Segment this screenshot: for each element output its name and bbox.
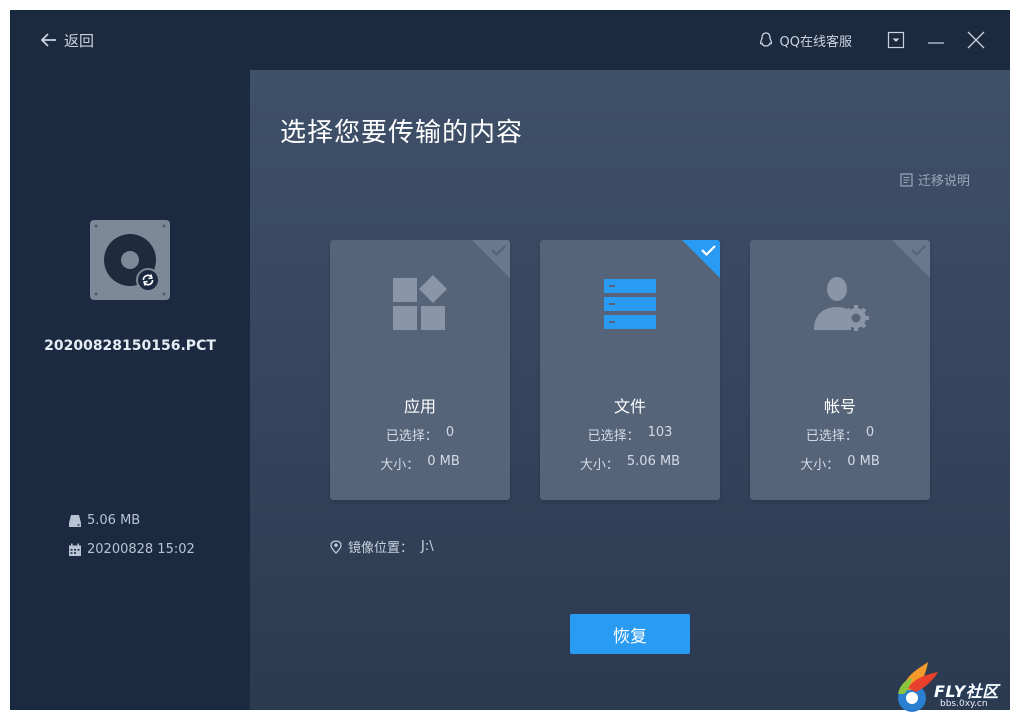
apps-size-row: 大小： 0 MB [330, 454, 510, 473]
selected-label: 已选择： [587, 429, 640, 444]
apps-card[interactable]: 应用 已选择： 0 大小： 0 MB [330, 240, 510, 500]
checked-corner-icon [682, 240, 720, 278]
qq-support-button[interactable]: QQ在线客服 [757, 31, 852, 50]
document-icon [900, 172, 913, 187]
selected-label: 已选择： [805, 429, 858, 444]
page-title: 选择您要传输的内容 [280, 118, 524, 148]
accounts-card-title: 帐号 [823, 397, 856, 416]
image-file-name: 20200828150156.PCT [44, 338, 216, 354]
files-card-title: 文件 [613, 397, 646, 416]
backup-image-icon [90, 220, 170, 300]
accounts-selected-row: 已选择： 0 [750, 425, 930, 444]
accounts-card[interactable]: 帐号 已选择： 0 大小： 0 MB [750, 240, 930, 500]
unchecked-corner-icon [472, 240, 510, 278]
close-button[interactable] [962, 26, 990, 54]
qq-support-label: QQ在线客服 [779, 34, 852, 50]
back-label: 返回 [64, 31, 95, 50]
restore-button[interactable]: 恢复 [570, 614, 690, 654]
watermark-url: bbs.0xy.cn [940, 699, 988, 709]
image-location: 镜像位置： J:\ [330, 537, 434, 556]
content-panel: 选择您要传输的内容 迁移说明 应用 已选择： 0 大小： 0 MB 文件 已选择… [250, 70, 1010, 710]
migration-guide-link[interactable]: 迁移说明 [900, 170, 970, 189]
dropdown-icon [887, 31, 905, 49]
apps-selected-row: 已选择： 0 [330, 425, 510, 444]
location-pin-icon [330, 539, 342, 554]
files-size-row: 大小： 5.06 MB [540, 454, 720, 473]
apps-grid-icon [393, 275, 447, 330]
image-info-panel: 20200828150156.PCT 5.06 MB 20200828 15:0… [10, 70, 250, 710]
arrow-left-icon [40, 33, 56, 47]
files-selected-count: 103 [647, 425, 673, 440]
files-list-icon [604, 279, 656, 329]
size-label: 大小： [800, 458, 840, 473]
app-window: 返回 QQ在线客服 20200828150156.PCT 5.06 MB 202… [10, 10, 1010, 710]
selected-label: 已选择： [385, 429, 438, 444]
accounts-size-value: 0 MB [847, 454, 880, 469]
drive-icon [69, 514, 81, 527]
apps-card-title: 应用 [403, 397, 436, 416]
minimize-icon [928, 42, 944, 44]
fly-community-watermark: FLY社区 bbs.0xy.cn [894, 660, 1014, 716]
accounts-selected-count: 0 [865, 425, 875, 440]
minimize-button[interactable] [922, 26, 950, 54]
apps-size-value: 0 MB [427, 454, 460, 469]
back-button[interactable]: 返回 [40, 28, 94, 52]
image-location-label: 镜像位置： [348, 541, 414, 556]
image-location-value: J:\ [421, 539, 434, 554]
image-size: 5.06 MB [87, 513, 141, 528]
penguin-icon [759, 32, 772, 47]
accounts-size-row: 大小： 0 MB [750, 454, 930, 473]
apps-selected-count: 0 [445, 425, 455, 440]
user-settings-icon [814, 277, 869, 331]
files-selected-row: 已选择： 103 [540, 425, 720, 444]
files-size-value: 5.06 MB [626, 454, 681, 469]
close-icon [967, 31, 985, 49]
size-label: 大小： [579, 458, 619, 473]
title-bar: 返回 QQ在线客服 [10, 10, 1010, 70]
menu-button[interactable] [882, 26, 910, 54]
unchecked-corner-icon [892, 240, 930, 278]
files-card[interactable]: 文件 已选择： 103 大小： 5.06 MB [540, 240, 720, 500]
image-date-row: 20200828 15:02 [68, 542, 195, 557]
calendar-icon [69, 543, 81, 556]
migration-guide-label: 迁移说明 [917, 174, 970, 189]
image-date: 20200828 15:02 [87, 542, 195, 557]
size-label: 大小： [380, 458, 420, 473]
image-size-row: 5.06 MB [68, 513, 140, 528]
